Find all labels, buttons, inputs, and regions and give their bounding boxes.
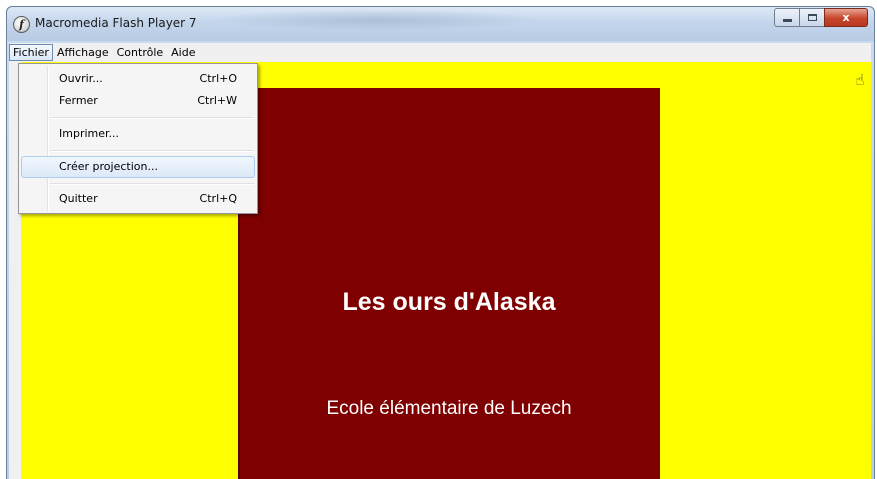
- menu-item-label: Fermer: [59, 94, 98, 107]
- minimize-button[interactable]: [774, 8, 800, 27]
- close-icon: x: [842, 11, 850, 24]
- title-card: [238, 88, 660, 479]
- menu-item-fermer[interactable]: Fermer Ctrl+W: [21, 90, 255, 112]
- hand-pointer-icon[interactable]: ☝: [850, 71, 870, 89]
- menu-fichier[interactable]: Fichier: [9, 44, 53, 61]
- window-controls: x: [774, 8, 868, 28]
- minimize-icon: [782, 19, 792, 22]
- menu-bar: Fichier Affichage Contrôle Aide: [9, 43, 871, 62]
- menu-item-ouvrir[interactable]: Ouvrir... Ctrl+O: [21, 68, 255, 90]
- menu-separator: [50, 117, 254, 119]
- menu-item-imprimer[interactable]: Imprimer...: [21, 123, 255, 145]
- titlebar-glass: [207, 9, 547, 31]
- menu-aide[interactable]: Aide: [167, 44, 199, 61]
- menu-item-label: Quitter: [59, 192, 98, 205]
- menu-item-label: Ouvrir...: [59, 72, 103, 85]
- presentation-subtitle: Ecole élémentaire de Luzech: [326, 398, 572, 419]
- menu-item-shortcut: Ctrl+W: [197, 94, 237, 107]
- menu-item-shortcut: Ctrl+Q: [199, 192, 237, 205]
- presentation-title: Les ours d'Alaska: [342, 288, 556, 316]
- file-menu-dropdown: Ouvrir... Ctrl+O Fermer Ctrl+W Imprimer.…: [18, 63, 258, 214]
- menu-separator: [50, 183, 254, 185]
- menu-affichage[interactable]: Affichage: [53, 44, 113, 61]
- title-bar[interactable]: f Macromedia Flash Player 7 x: [7, 7, 874, 41]
- menu-separator: [50, 150, 254, 152]
- menu-item-label: Imprimer...: [59, 127, 120, 140]
- menu-item-shortcut: Ctrl+O: [199, 72, 237, 85]
- flash-player-icon[interactable]: f: [13, 16, 30, 33]
- menu-item-creer-projection[interactable]: Créer projection...: [21, 156, 255, 178]
- maximize-button[interactable]: [799, 8, 825, 27]
- menu-controle[interactable]: Contrôle: [113, 44, 168, 61]
- menu-item-quitter[interactable]: Quitter Ctrl+Q: [21, 188, 255, 210]
- window-title: Macromedia Flash Player 7: [35, 16, 197, 30]
- close-button[interactable]: x: [824, 8, 868, 27]
- menu-item-label: Créer projection...: [59, 160, 158, 173]
- maximize-icon: [807, 14, 817, 21]
